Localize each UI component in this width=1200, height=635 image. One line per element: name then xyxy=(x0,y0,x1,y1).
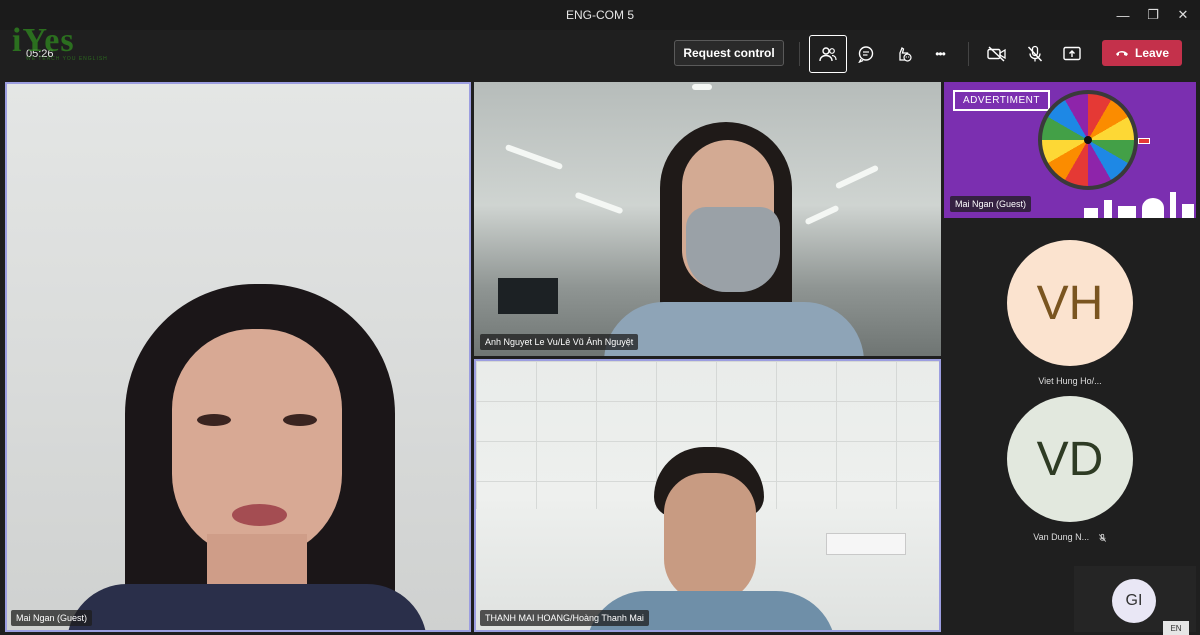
participant-name-row: Van Dung N... xyxy=(944,532,1196,543)
advertisement-label: ADVERTIMENT xyxy=(953,90,1050,111)
phone-icon xyxy=(1115,51,1128,56)
title-bar: ENG-COM 5 — ❐ ✕ xyxy=(0,0,1200,30)
brand-logo-tagline: WE TEACH YOU ENGLISH xyxy=(26,56,108,62)
brand-logo: iYes xyxy=(12,22,75,59)
video-tile-factory[interactable]: Anh Nguyet Le Vu/Lê Vũ Ánh Nguyệt xyxy=(474,82,941,356)
participant-name-tag: Mai Ngan (Guest) xyxy=(11,610,93,626)
more-icon[interactable]: ••• xyxy=(924,38,956,70)
language-indicator[interactable]: EN xyxy=(1163,621,1189,635)
teams-meeting-window: ENG-COM 5 — ❐ ✕ 05:26 Request control ••… xyxy=(0,0,1200,635)
video-tile-screen-share[interactable]: ADVERTIMENT Mai Ngan (Guest) xyxy=(944,82,1196,218)
avatar: VD xyxy=(1007,396,1133,522)
avatar: VH xyxy=(1007,240,1133,366)
leave-label: Leave xyxy=(1134,46,1170,60)
share-icon[interactable] xyxy=(1056,38,1088,70)
video-tile-office[interactable]: THANH MAI HOANG/Hoàng Thanh Mai xyxy=(474,359,941,632)
participant-name-tag: Anh Nguyet Le Vu/Lê Vũ Ánh Nguyệt xyxy=(480,334,639,350)
request-control-button[interactable]: Request control xyxy=(674,40,784,66)
participant-name-tag: THANH MAI HOANG/Hoàng Thanh Mai xyxy=(480,610,649,626)
skyline-graphic xyxy=(1084,188,1196,218)
minimize-button[interactable]: — xyxy=(1106,4,1140,26)
reactions-icon[interactable] xyxy=(887,38,919,70)
close-button[interactable]: ✕ xyxy=(1166,4,1200,26)
maximize-button[interactable]: ❐ xyxy=(1136,4,1170,26)
toolbar-divider xyxy=(968,42,969,66)
toolbar-divider xyxy=(799,42,800,66)
meeting-toolbar: 05:26 Request control ••• Leave xyxy=(0,30,1200,78)
avatar: GI xyxy=(1112,579,1156,623)
people-icon[interactable] xyxy=(809,35,847,73)
mic-off-icon[interactable] xyxy=(1019,38,1051,70)
wheel-pointer xyxy=(1138,138,1150,144)
participant-card-vd[interactable]: VD Van Dung N... xyxy=(944,396,1196,566)
participant-name: Viet Hung Ho/... xyxy=(1038,376,1102,386)
camera-off-icon[interactable] xyxy=(981,38,1013,70)
participant-name-tag: Mai Ngan (Guest) xyxy=(950,196,1032,212)
mic-off-icon xyxy=(1098,533,1106,542)
participant-card-vh[interactable]: VH Viet Hung Ho/... xyxy=(944,240,1196,410)
window-title: ENG-COM 5 xyxy=(565,8,634,22)
leave-button[interactable]: Leave xyxy=(1102,40,1182,66)
video-tile-main-speaker[interactable]: Mai Ngan (Guest) xyxy=(5,82,471,632)
chat-icon[interactable] xyxy=(850,38,882,70)
participant-name: Van Dung N... xyxy=(1033,532,1090,542)
